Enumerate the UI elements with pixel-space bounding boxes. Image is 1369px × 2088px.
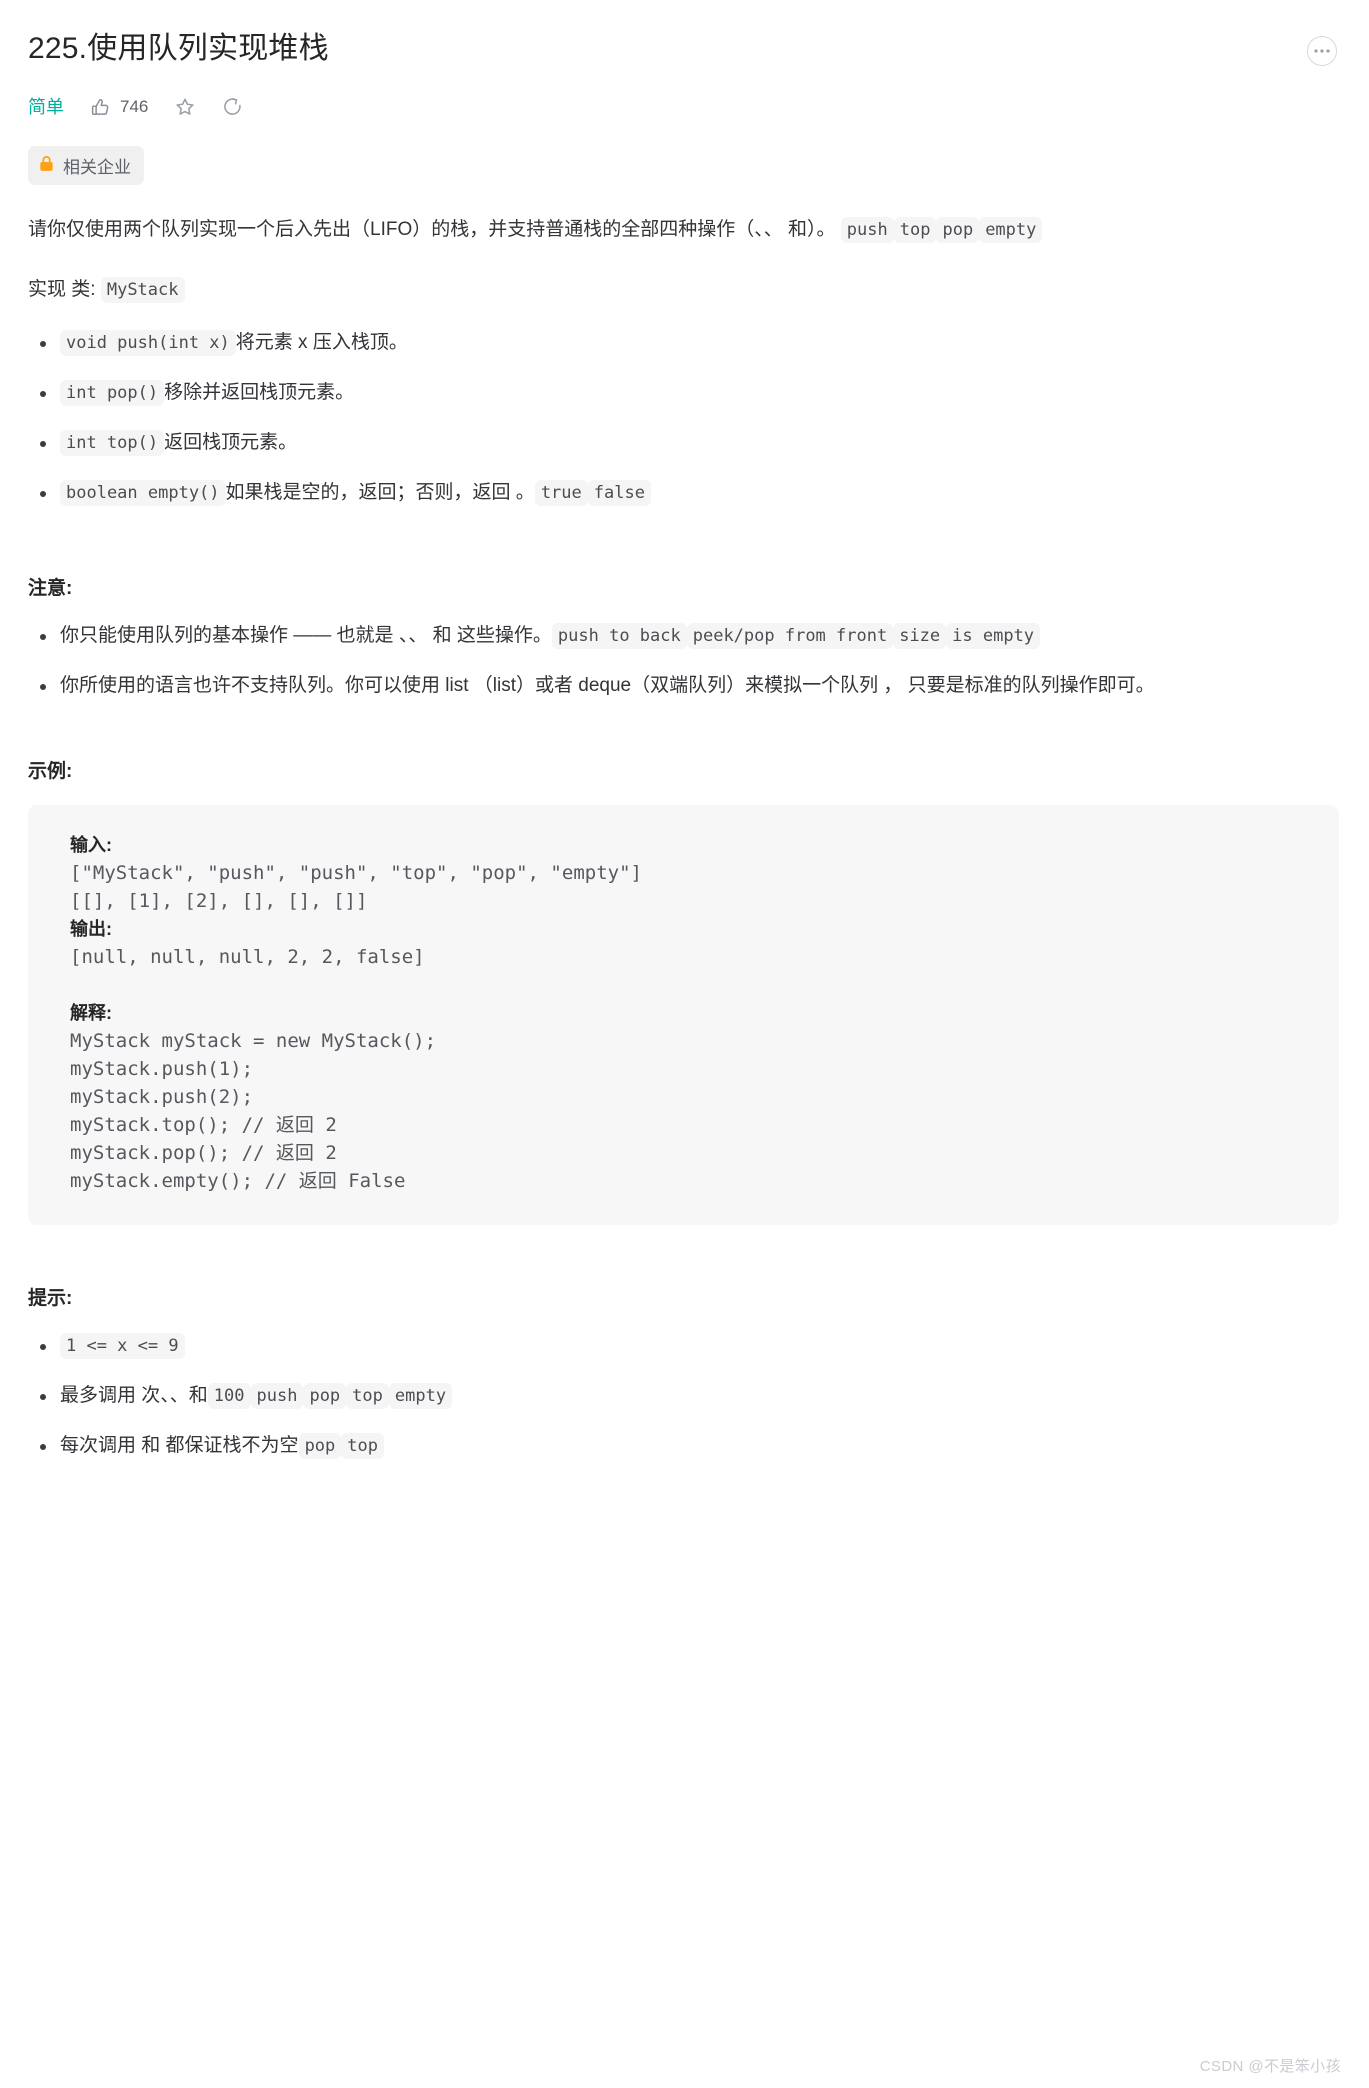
code-label: 输出: xyxy=(70,919,112,939)
like-button[interactable]: 746 xyxy=(90,97,148,118)
class-label: 实现 类: xyxy=(28,279,96,300)
inline-code-chip: top xyxy=(341,1433,384,1459)
thumbs-up-icon xyxy=(90,97,111,118)
method-signature-chip: boolean empty() xyxy=(60,480,226,506)
code-label: 输入: xyxy=(70,835,112,855)
inline-code-chip: is empty xyxy=(946,623,1041,649)
class-name-chip: MyStack xyxy=(100,277,185,303)
inline-code-chip: push xyxy=(250,1383,304,1409)
more-horizontal-icon[interactable] xyxy=(1307,36,1337,66)
inline-code-chip: push xyxy=(840,217,894,243)
share-button[interactable] xyxy=(222,96,244,118)
inline-code-chip: push to back xyxy=(551,623,687,649)
inline-code-chip: pop xyxy=(936,217,980,243)
inline-code-chip: empty xyxy=(388,1383,453,1409)
method-list-item: int top() 返回栈顶元素。 xyxy=(40,425,1339,461)
method-list-item: int pop() 移除并返回栈顶元素。 xyxy=(40,375,1339,411)
inline-code-chip: top xyxy=(346,1383,389,1409)
problem-meta-row: 简单 746 xyxy=(28,92,1339,122)
inline-code-chip: peek/pop from front xyxy=(686,623,894,649)
method-list-item: void push(int x) 将元素 x 压入栈顶。 xyxy=(40,325,1339,361)
example-code-block: 输入: ["MyStack", "push", "push", "top", "… xyxy=(28,805,1339,1225)
inline-code-chip: 100 xyxy=(207,1383,251,1409)
description-text: 请你仅使用两个队列实现一个后入先出（LIFO）的栈，并支持普通栈的全部四种操作（… xyxy=(28,219,836,240)
method-signature-chip: void push(int x) xyxy=(60,330,236,356)
note-list-item: 你所使用的语言也许不支持队列。你可以使用 list （list）或者 deque… xyxy=(40,668,1339,704)
share-icon xyxy=(222,96,244,118)
note-text: 你只能使用队列的基本操作 —— 也就是 、、 和 这些操作。 xyxy=(60,625,552,646)
inline-code-chip: true xyxy=(534,480,588,506)
related-companies-label: 相关企业 xyxy=(63,158,131,177)
example-heading: 示例: xyxy=(28,761,73,782)
hints-heading: 提示: xyxy=(28,1288,73,1309)
inline-code-chip: 1 <= x <= 9 xyxy=(60,1333,185,1359)
hint-text: 最多调用 次、、和 xyxy=(60,1385,208,1406)
inline-code-chip: false xyxy=(587,480,651,506)
inline-code-chip: size xyxy=(893,623,947,649)
problem-page: 225.使用队列实现堆栈 简单 746 相关企业 请你仅使用两个队列实现一个后入… xyxy=(0,0,1369,2088)
class-line: 实现 类: MyStack xyxy=(28,273,1338,307)
like-count: 746 xyxy=(120,97,149,116)
page-title: 225.使用队列实现堆栈 xyxy=(28,32,329,65)
inline-code-chip: empty xyxy=(979,217,1043,243)
method-signature-chip: int pop() xyxy=(60,380,165,406)
note-list-item: 你只能使用队列的基本操作 —— 也就是 、、 和 这些操作。 push to ba… xyxy=(40,618,1339,654)
hint-list-item: 1 <= x <= 9 xyxy=(40,1328,1339,1364)
hint-text: 每次调用 和 都保证栈不为空 xyxy=(60,1435,299,1456)
favorite-button[interactable] xyxy=(174,96,196,118)
inline-code-chip: pop xyxy=(298,1433,342,1459)
method-description: 将元素 x 压入栈顶。 xyxy=(235,332,408,353)
hint-list-item: 最多调用 次、、和 100 push pop top empty xyxy=(40,1378,1339,1414)
notes-heading: 注意: xyxy=(28,578,73,599)
method-signature-chip: int top() xyxy=(60,430,165,456)
lock-icon xyxy=(39,155,54,177)
method-description: 移除并返回栈顶元素。 xyxy=(164,382,355,403)
inline-code-chip: pop xyxy=(303,1383,347,1409)
method-description: 如果栈是空的，返回；否则，返回 。 xyxy=(225,482,535,503)
watermark: CSDN @不是笨小孩 xyxy=(1199,2058,1341,2075)
notes-list: 你只能使用队列的基本操作 —— 也就是 、、 和 这些操作。 push to ba… xyxy=(28,618,1339,704)
inline-code-chip: top xyxy=(893,217,937,243)
note-text: 你所使用的语言也许不支持队列。你可以使用 list （list）或者 deque… xyxy=(60,675,1155,696)
method-description: 返回栈顶元素。 xyxy=(164,432,298,453)
method-list-item: boolean empty() 如果栈是空的，返回；否则，返回 。 true fals… xyxy=(40,475,1339,511)
related-companies-badge[interactable]: 相关企业 xyxy=(28,146,144,185)
code-label: 解释: xyxy=(70,1003,112,1023)
hint-list-item: 每次调用 和 都保证栈不为空 pop top xyxy=(40,1428,1339,1464)
hints-list: 1 <= x <= 9 最多调用 次、、和 100 push pop top empty 每次… xyxy=(28,1328,1339,1464)
description-chips: push top pop empty xyxy=(840,217,1043,243)
method-list: void push(int x) 将元素 x 压入栈顶。 int pop() 移除并返… xyxy=(28,325,1339,511)
star-icon xyxy=(174,96,196,118)
example-code-content: 输入: ["MyStack", "push", "push", "top", "… xyxy=(70,835,642,1192)
problem-description: 请你仅使用两个队列实现一个后入先出（LIFO）的栈，并支持普通栈的全部四种操作（… xyxy=(28,213,1338,247)
difficulty-badge[interactable]: 简单 xyxy=(28,94,64,120)
title-row: 225.使用队列实现堆栈 xyxy=(28,28,1339,70)
